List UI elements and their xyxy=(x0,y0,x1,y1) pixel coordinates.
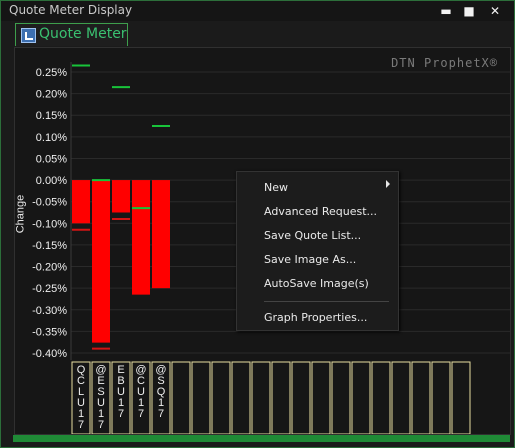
category-slot xyxy=(311,361,331,434)
menu-item-advanced-request[interactable]: Advanced Request... xyxy=(264,205,377,218)
y-tick-label: 0.20% xyxy=(36,89,67,101)
category-slot xyxy=(431,361,451,434)
y-tick-label: 0.10% xyxy=(36,132,67,144)
context-menu: New Advanced Request... Save Quote List.… xyxy=(236,171,399,331)
y-tick-label: -0.40% xyxy=(32,348,67,360)
maximize-button[interactable]: ■ xyxy=(459,3,479,19)
chart-icon xyxy=(21,28,36,43)
category-slot xyxy=(191,361,211,434)
close-button[interactable]: ✕ xyxy=(485,3,505,19)
category-slot xyxy=(271,361,291,434)
category-slot xyxy=(411,361,431,434)
status-bar xyxy=(13,435,510,442)
tab-quote-meter[interactable]: Quote Meter xyxy=(15,23,128,46)
y-axis-label: Change xyxy=(14,194,27,234)
bar xyxy=(132,180,150,295)
bar xyxy=(152,180,170,289)
category-slot xyxy=(331,361,351,434)
category-slot xyxy=(211,361,231,434)
menu-item-new[interactable]: New xyxy=(264,181,288,194)
menu-item-save-quote-list[interactable]: Save Quote List... xyxy=(264,229,361,242)
title-bar[interactable]: Quote Meter Display ▬ ■ ✕ xyxy=(1,1,514,21)
category-label-char: 7 xyxy=(158,408,164,420)
y-tick-label: -0.25% xyxy=(32,283,67,295)
menu-item-save-image-as[interactable]: Save Image As... xyxy=(264,253,356,266)
y-tick-label: -0.10% xyxy=(32,218,67,230)
category-slot xyxy=(451,361,471,434)
category-slot xyxy=(371,361,391,434)
y-tick-label: -0.15% xyxy=(32,240,67,252)
category-slot xyxy=(391,361,411,434)
category-slot xyxy=(291,361,311,434)
menu-item-graph-properties[interactable]: Graph Properties... xyxy=(264,311,367,324)
quote-meter-window: Quote Meter Display ▬ ■ ✕ Quote Meter 0.… xyxy=(0,0,515,448)
y-tick-label: -0.35% xyxy=(32,326,67,338)
y-tick-label: -0.05% xyxy=(32,197,67,209)
category-slot xyxy=(251,361,271,434)
category-label-char: 7 xyxy=(138,408,144,420)
y-tick-label: -0.30% xyxy=(32,305,67,317)
menu-separator xyxy=(264,301,389,302)
y-tick-label: 0.00% xyxy=(36,175,67,187)
y-tick-label: 0.15% xyxy=(36,110,67,122)
bar xyxy=(112,180,130,213)
category-label-char: 7 xyxy=(78,419,84,431)
category-label-char: 7 xyxy=(118,408,124,420)
y-tick-label: 0.05% xyxy=(36,153,67,165)
category-slot xyxy=(171,361,191,434)
category-label-char: 7 xyxy=(98,419,104,431)
minimize-button[interactable]: ▬ xyxy=(436,3,456,19)
bar xyxy=(92,180,110,343)
y-tick-label: 0.25% xyxy=(36,67,67,79)
category-slot xyxy=(351,361,371,434)
tab-label: Quote Meter xyxy=(39,26,127,42)
watermark: DTN ProphetX® xyxy=(391,56,498,70)
bar xyxy=(72,180,90,224)
tab-strip: Quote Meter xyxy=(1,21,514,47)
menu-item-autosave-images[interactable]: AutoSave Image(s) xyxy=(264,277,369,290)
window-title: Quote Meter Display xyxy=(9,3,133,17)
category-slot xyxy=(231,361,251,434)
y-tick-label: -0.20% xyxy=(32,262,67,274)
submenu-arrow-icon xyxy=(386,180,390,188)
